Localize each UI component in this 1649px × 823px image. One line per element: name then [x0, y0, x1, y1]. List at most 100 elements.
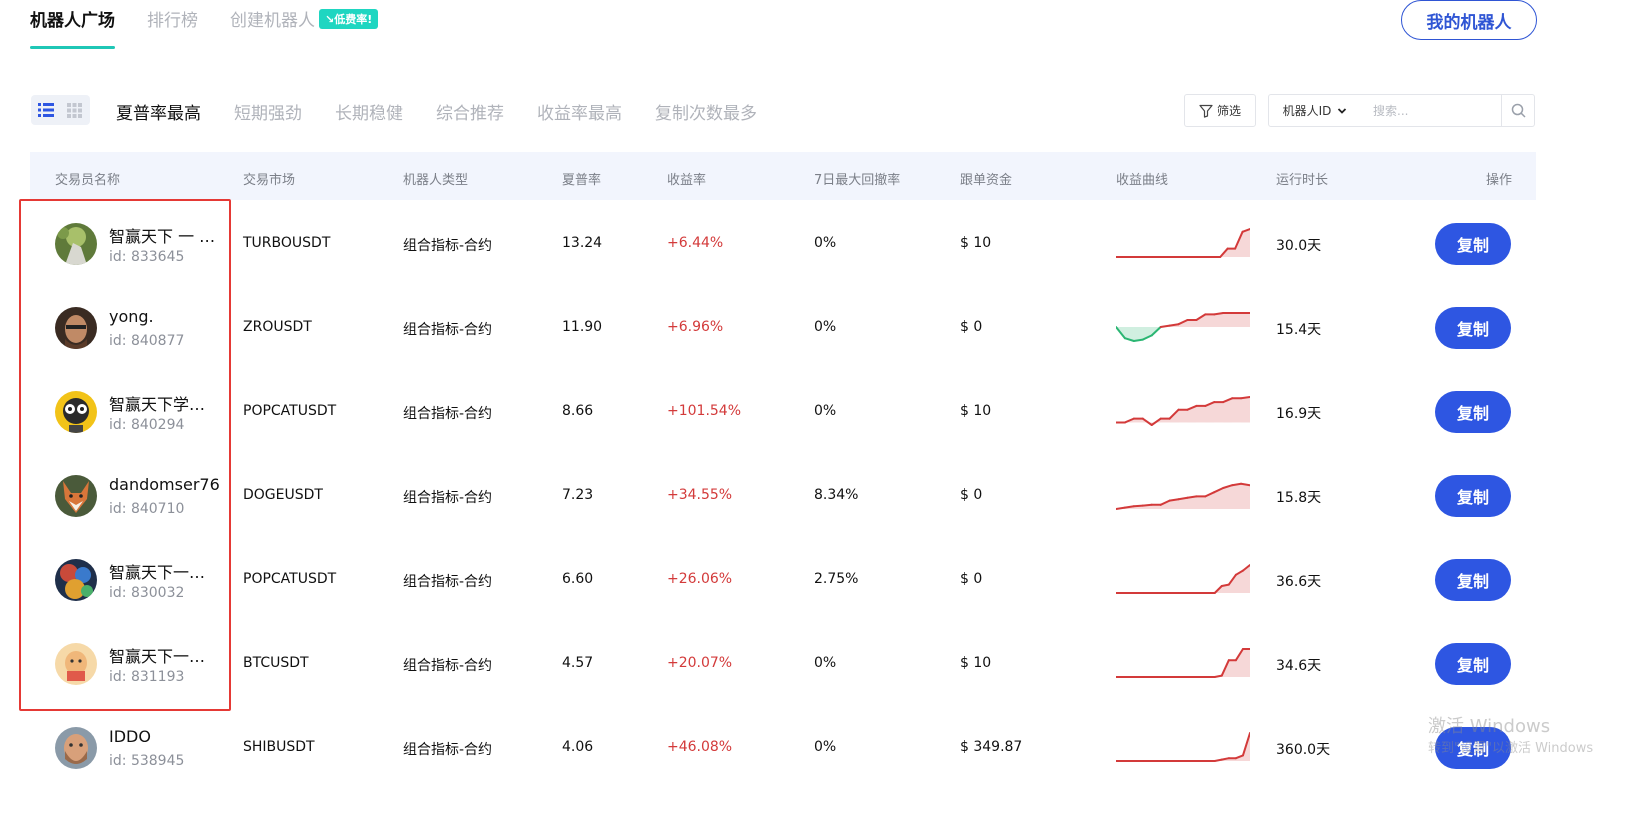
search-input[interactable] — [1371, 102, 1495, 119]
search-button[interactable] — [1501, 95, 1534, 126]
run-time: 30.0天 — [1276, 238, 1322, 254]
bot-type: 组合指标-合约 — [403, 742, 493, 758]
copy-button[interactable]: 复制 — [1435, 559, 1511, 601]
sort-return-highest[interactable]: 收益率最高 — [537, 99, 622, 124]
list-view-icon[interactable] — [31, 95, 60, 125]
sort-recommended[interactable]: 综合推荐 — [436, 99, 504, 124]
sort-tabs: 夏普率最高 短期强劲 长期稳健 综合推荐 收益率最高 复制次数最多 — [116, 99, 790, 124]
run-time: 15.4天 — [1276, 322, 1322, 338]
my-bots-button[interactable]: 我的机器人 — [1401, 0, 1537, 40]
copy-button[interactable]: 复制 — [1435, 475, 1511, 517]
copy-fund: $ 349.87 — [960, 739, 1023, 755]
copy-fund: $ 10 — [960, 403, 992, 419]
curve-line-segment — [1186, 495, 1198, 499]
max-drawdown: 0% — [814, 655, 837, 671]
max-drawdown: 0% — [814, 403, 837, 419]
curve-fill-segment — [1242, 649, 1250, 677]
return-rate: +20.07% — [667, 655, 733, 671]
sort-short-term-strong[interactable]: 短期强劲 — [234, 99, 302, 124]
filter-button[interactable]: 筛选 — [1184, 94, 1256, 127]
bot-type: 组合指标-合约 — [403, 574, 493, 590]
curve-line-segment — [1123, 505, 1135, 509]
return-curve-chart — [1116, 228, 1250, 258]
curve-fill-segment — [1232, 483, 1242, 509]
curve-fill-segment — [1187, 320, 1197, 327]
table-row[interactable]: 智赢天下 一 … id: 833645 TURBOUSDT 组合指标-合约 13… — [30, 202, 1536, 286]
watermark-line-1: 激活 Windows — [1428, 716, 1551, 737]
curve-fill-segment — [1227, 248, 1236, 257]
trader-column-highlight — [19, 199, 231, 711]
copy-button[interactable]: 复制 — [1435, 391, 1511, 433]
table-row[interactable]: IDDO id: 538945 SHIBUSDT 组合指标-合约 4.06 +4… — [30, 706, 1536, 790]
copy-button[interactable]: 复制 — [1435, 643, 1511, 685]
avatar[interactable] — [55, 727, 97, 769]
col-copy-fund: 跟单资金 — [960, 173, 1013, 188]
curve-fill-segment — [1241, 313, 1250, 327]
return-rate: +34.55% — [667, 487, 733, 503]
bot-type: 组合指标-合约 — [403, 406, 493, 422]
bot-id-select[interactable]: 机器人ID — [1268, 94, 1362, 127]
max-drawdown: 0% — [814, 235, 837, 251]
trader-id: id: 538945 — [109, 753, 185, 769]
copy-button[interactable]: 复制 — [1435, 307, 1511, 349]
bot-id-select-value: 机器人ID — [1282, 104, 1332, 118]
market: BTCUSDT — [243, 655, 309, 671]
table-row[interactable]: yong. id: 840877 ZROUSDT 组合指标-合约 11.90 +… — [30, 286, 1536, 370]
tab-create-bot[interactable]: 创建机器人 ↘低费率! — [230, 0, 379, 31]
col-sharpe: 夏普率 — [562, 173, 602, 188]
curve-fill-segment — [1228, 660, 1236, 677]
low-fee-badge: ↘低费率! — [319, 9, 379, 29]
return-rate: +6.96% — [667, 319, 724, 335]
top-nav: 机器人广场 排行榜 创建机器人 ↘低费率! — [30, 0, 410, 52]
watermark-line-2: 转到"设置"以激活 Windows — [1428, 741, 1594, 756]
trader-name[interactable]: IDDO — [109, 727, 151, 746]
sharpe: 8.66 — [562, 403, 594, 419]
sort-sharpe-highest[interactable]: 夏普率最高 — [116, 99, 201, 124]
curve-line-segment — [1168, 323, 1180, 327]
curve-line-segment — [1168, 498, 1180, 502]
sharpe: 6.60 — [562, 571, 594, 587]
return-rate: +6.44% — [667, 235, 724, 251]
curve-fill-segment — [1196, 405, 1206, 423]
filter-icon — [1199, 104, 1213, 118]
sharpe: 7.23 — [562, 487, 594, 503]
bot-type: 组合指标-合约 — [403, 658, 493, 674]
return-curve-chart — [1116, 732, 1250, 762]
table-row[interactable]: 智赢天下一… id: 830032 POPCATUSDT 组合指标-合约 6.6… — [30, 538, 1536, 622]
curve-line-segment — [1116, 506, 1126, 510]
curve-line-segment — [1231, 482, 1243, 487]
sharpe: 4.06 — [562, 739, 594, 755]
run-time: 15.8天 — [1276, 490, 1322, 506]
max-drawdown: 0% — [814, 319, 837, 335]
grid-view-icon[interactable] — [60, 95, 89, 125]
curve-line-segment — [1213, 758, 1223, 762]
curve-line-segment — [1141, 503, 1153, 507]
col-action: 操作 — [1486, 173, 1513, 188]
table-row[interactable]: dandomser76 id: 840710 DOGEUSDT 组合指标-合约 … — [30, 454, 1536, 538]
curve-fill-segment — [1242, 229, 1250, 257]
return-curve-chart — [1116, 564, 1250, 594]
run-time: 360.0天 — [1276, 742, 1331, 758]
tab-leaderboard[interactable]: 排行榜 — [147, 0, 198, 31]
market: ZROUSDT — [243, 319, 312, 335]
curve-fill-segment — [1196, 496, 1206, 509]
curve-fill-segment — [1223, 485, 1233, 509]
copy-button[interactable]: 复制 — [1435, 223, 1511, 265]
market: SHIBUSDT — [243, 739, 315, 755]
sharpe: 11.90 — [562, 319, 603, 335]
filter-label: 筛选 — [1216, 104, 1241, 118]
curve-line-segment — [1220, 757, 1230, 761]
col-drawdown: 7日最大回撤率 — [814, 173, 901, 188]
copy-fund: $ 0 — [960, 571, 983, 587]
curve-line-segment — [1213, 312, 1225, 316]
sort-most-copied[interactable]: 复制次数最多 — [655, 99, 757, 124]
curve-line-segment — [1240, 482, 1250, 487]
table-row[interactable]: 智赢天下学… id: 840294 POPCATUSDT 组合指标-合约 8.6… — [30, 370, 1536, 454]
tab-bot-plaza[interactable]: 机器人广场 — [30, 0, 115, 49]
table-row[interactable]: 智赢天下一… id: 831193 BTCUSDT 组合指标-合约 4.57 +… — [30, 622, 1536, 706]
curve-line-segment — [1177, 496, 1189, 501]
sort-long-term-stable[interactable]: 长期稳健 — [335, 99, 403, 124]
curve-line-segment — [1220, 583, 1230, 587]
table-header: 交易员名称 交易市场 机器人类型 夏普率 收益率 7日最大回撤率 跟单资金 收益… — [30, 152, 1536, 200]
col-bot-type: 机器人类型 — [403, 173, 469, 188]
